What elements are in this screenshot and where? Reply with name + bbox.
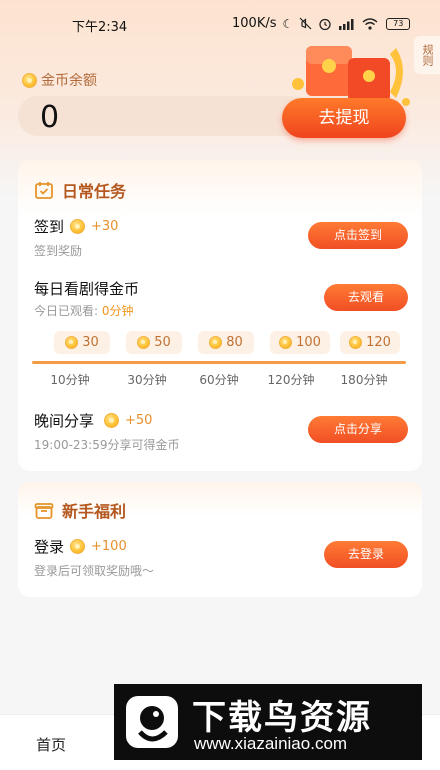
share-reward: +50 bbox=[125, 413, 153, 428]
share-title: 晚间分享 bbox=[34, 412, 95, 430]
login-subtitle: 登录后可领取奖励哦～ bbox=[34, 564, 155, 578]
checkin-button[interactable]: 点击签到 bbox=[308, 222, 408, 249]
milestone-coins: 50 bbox=[154, 335, 171, 350]
checkin-title: 签到 bbox=[34, 218, 65, 236]
network-speed: 100K/s bbox=[232, 16, 277, 31]
milestone-time: 60分钟 bbox=[199, 373, 239, 387]
checkin-reward: +30 bbox=[91, 219, 119, 234]
coin-icon bbox=[70, 539, 86, 554]
watch-sub-value: 0分钟 bbox=[101, 304, 134, 318]
coin-icon bbox=[104, 413, 120, 428]
gift-box-icon bbox=[34, 503, 54, 519]
checkin-subtitle: 签到奖励 bbox=[34, 244, 83, 258]
watch-progress-line bbox=[32, 361, 406, 364]
site-watermark: 下载鸟资源 www.xiazainiao.com bbox=[114, 684, 422, 760]
newbie-benefits-card: 新手福利 登录 +100 登录后可领取奖励哦～ 去登录 bbox=[18, 482, 422, 597]
daily-tasks-title: 日常任务 bbox=[62, 182, 127, 201]
status-bar: 下午2:34 100K/s ☾ 73 bbox=[0, 0, 440, 44]
login-reward: +100 bbox=[91, 539, 127, 554]
milestone-coins: 80 bbox=[226, 335, 243, 350]
coin-icon bbox=[349, 336, 363, 349]
balance-label: 金币余额 bbox=[22, 70, 97, 90]
watch-subtitle: 今日已观看: 0分钟 bbox=[34, 302, 134, 319]
watermark-url: www.xiazainiao.com bbox=[194, 734, 348, 753]
checkin-task-title: 签到 +30 bbox=[34, 216, 118, 237]
balance-label-text: 金币余额 bbox=[41, 73, 97, 89]
daily-tasks-header: 日常任务 bbox=[34, 178, 126, 202]
watermark-title: 下载鸟资源 bbox=[192, 698, 372, 738]
share-button[interactable]: 点击分享 bbox=[308, 416, 408, 443]
milestone-coins: 30 bbox=[82, 335, 99, 350]
daily-tasks-card: 日常任务 签到 +30 签到奖励 点击签到 每日看剧得金币 今日已观看: 0分钟… bbox=[18, 160, 422, 471]
share-task-title: 晚间分享 +50 bbox=[34, 410, 152, 431]
coin-icon bbox=[22, 72, 37, 88]
milestone-time: 10分钟 bbox=[50, 373, 90, 387]
balance-value: 0 bbox=[40, 100, 60, 135]
milestone-badge: 50 bbox=[126, 331, 182, 354]
newbie-benefits-title: 新手福利 bbox=[62, 502, 127, 521]
coin-icon bbox=[209, 336, 223, 349]
milestone-coins: 100 bbox=[296, 335, 321, 350]
login-task-title: 登录 +100 bbox=[34, 536, 127, 557]
battery-icon: 73 bbox=[386, 17, 411, 30]
nav-home[interactable]: 首页 bbox=[36, 734, 66, 755]
status-right: 100K/s ☾ 73 bbox=[232, 16, 411, 31]
milestone-time: 30分钟 bbox=[127, 373, 167, 387]
watch-button[interactable]: 去观看 bbox=[324, 284, 408, 311]
login-title: 登录 bbox=[34, 538, 65, 556]
login-button[interactable]: 去登录 bbox=[324, 541, 408, 568]
mute-icon bbox=[299, 17, 312, 30]
milestone-badge: 100 bbox=[270, 331, 330, 354]
coin-icon bbox=[70, 219, 86, 234]
withdraw-button[interactable]: 去提现 bbox=[282, 98, 406, 138]
milestone-time: 120分钟 bbox=[267, 373, 315, 387]
alarm-icon bbox=[319, 18, 331, 30]
newbie-benefits-header: 新手福利 bbox=[34, 498, 126, 522]
signal-icon bbox=[339, 18, 354, 30]
watch-title: 每日看剧得金币 bbox=[34, 280, 140, 298]
balance-box bbox=[18, 96, 308, 136]
milestone-badge: 80 bbox=[198, 331, 254, 354]
wifi-icon bbox=[362, 17, 378, 30]
milestone-time: 180分钟 bbox=[340, 373, 388, 387]
coin-icon bbox=[137, 336, 151, 349]
milestone-badge: 120 bbox=[340, 331, 400, 354]
moon-icon: ☾ bbox=[282, 16, 294, 31]
calendar-check-icon bbox=[35, 182, 53, 199]
milestone-coins: 120 bbox=[366, 335, 391, 350]
coin-icon bbox=[279, 336, 293, 349]
bird-logo-icon bbox=[126, 696, 178, 748]
share-subtitle: 19:00-23:59分享可得金币 bbox=[34, 438, 180, 452]
status-time: 下午2:34 bbox=[72, 20, 128, 35]
watch-sub-prefix: 今日已观看: bbox=[34, 304, 102, 318]
coin-icon bbox=[65, 336, 79, 349]
watch-task-title: 每日看剧得金币 bbox=[34, 278, 139, 299]
milestone-badge: 30 bbox=[54, 331, 110, 354]
